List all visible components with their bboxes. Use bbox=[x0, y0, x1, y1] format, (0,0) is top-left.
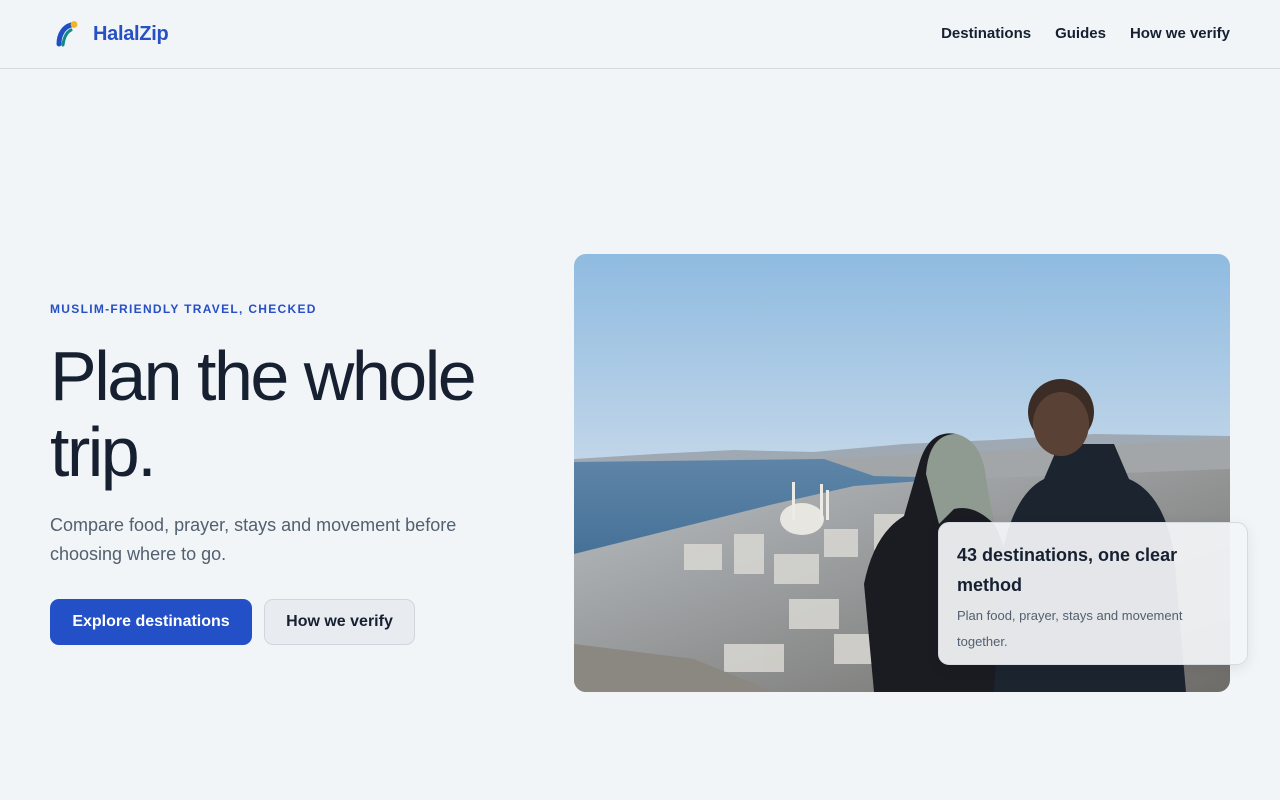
destinations-summary-card: 43 destinations, one clear method Plan f… bbox=[938, 522, 1248, 665]
site-header: HalalZip Destinations Guides How we veri… bbox=[0, 0, 1280, 69]
nav-link-guides[interactable]: Guides bbox=[1055, 24, 1106, 44]
card-text: Plan food, prayer, stays and movement to… bbox=[957, 608, 1183, 649]
nav-link-destinations[interactable]: Destinations bbox=[941, 24, 1031, 44]
arc-logo-icon bbox=[56, 21, 78, 47]
hero-subtitle: Compare food, prayer, stays and movement… bbox=[50, 515, 457, 564]
logo-link[interactable]: HalalZip bbox=[53, 19, 169, 49]
nav-link-how-we-verify[interactable]: How we verify bbox=[1130, 24, 1230, 44]
how-we-verify-button[interactable]: How we verify bbox=[264, 599, 415, 645]
card-title: 43 destinations, one clear method bbox=[957, 545, 1178, 595]
explore-destinations-button[interactable]: Explore destinations bbox=[50, 599, 252, 645]
hero-headline: Plan the whole trip. bbox=[50, 337, 477, 491]
brand-name: HalalZip bbox=[93, 22, 169, 45]
main-nav: Destinations Guides How we verify bbox=[941, 24, 1230, 44]
hero-eyebrow: MUSLIM-FRIENDLY TRAVEL, CHECKED bbox=[50, 302, 317, 316]
